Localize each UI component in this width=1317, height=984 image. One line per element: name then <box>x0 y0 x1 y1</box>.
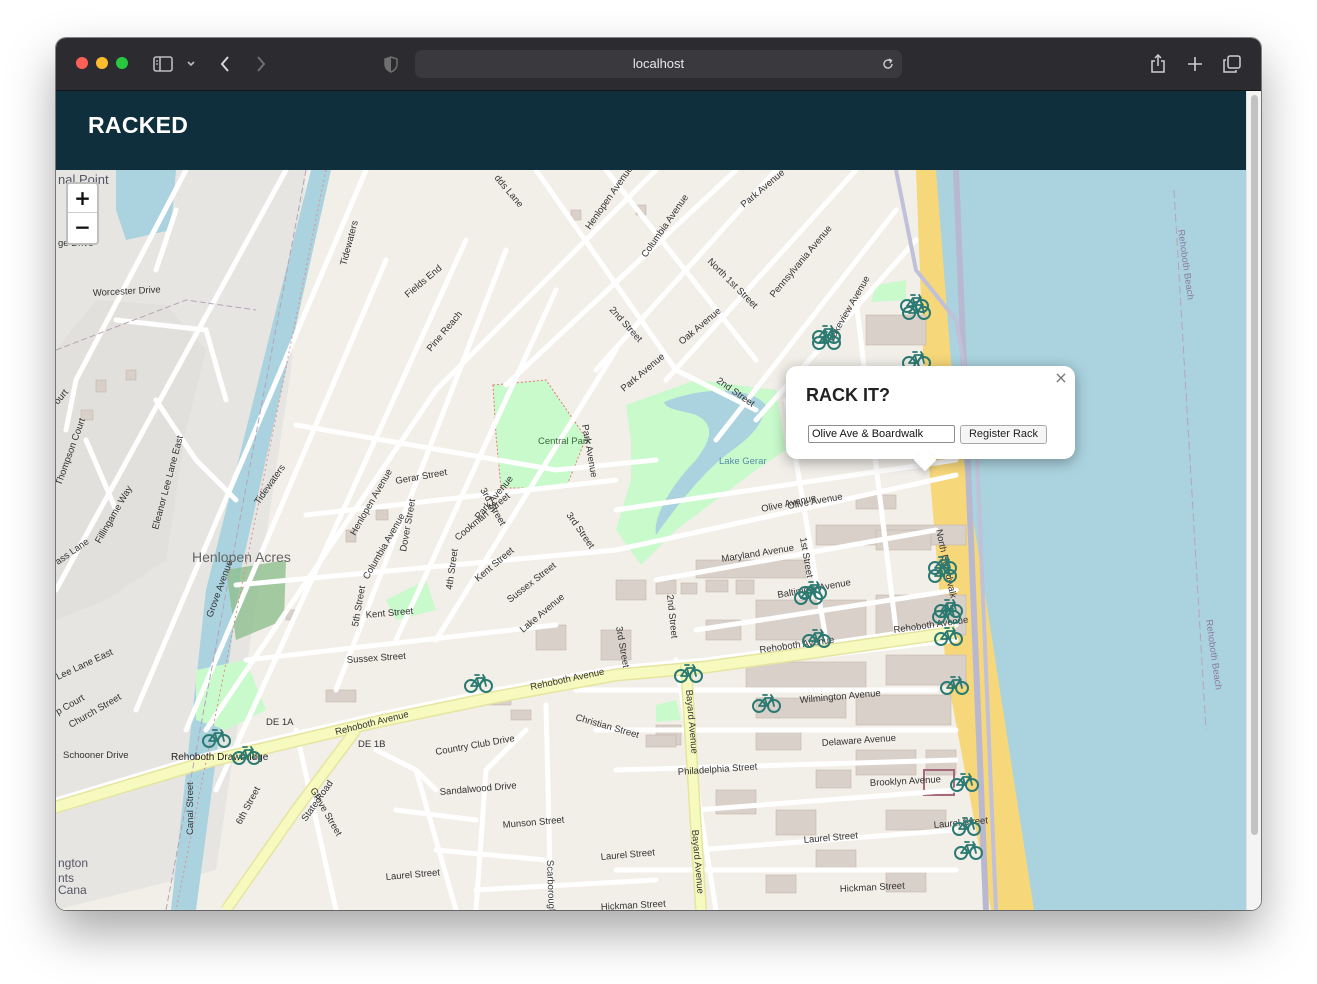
tabs-overview-icon[interactable] <box>1222 52 1242 76</box>
sidebar-icon[interactable] <box>152 52 174 76</box>
back-icon[interactable] <box>216 52 234 76</box>
maximize-window-button[interactable] <box>116 57 128 69</box>
map-tiles: Henlopen AcresCentral ParkLake GerarReho… <box>56 170 1246 910</box>
place-label: Lake Gerar <box>719 456 767 467</box>
share-icon[interactable] <box>1148 52 1168 76</box>
road-label: Canal Street <box>185 782 196 835</box>
road-label: DE 1B <box>358 739 385 750</box>
popup-title: RACK IT? <box>806 385 890 405</box>
zoom-control: + − <box>66 182 99 245</box>
reload-icon[interactable] <box>881 56 895 72</box>
page-content: RACKED Henlopen Acres Central Park Lake … <box>56 91 1261 910</box>
scrollbar-thumb[interactable] <box>1251 95 1258 835</box>
road-label: Schooner Drive <box>63 750 128 761</box>
page-scrollbar[interactable] <box>1246 91 1261 910</box>
minimize-window-button[interactable] <box>96 57 108 69</box>
app-title: RACKED <box>88 112 189 138</box>
place-label: ngton <box>58 856 88 870</box>
zoom-in-button[interactable]: + <box>68 184 97 213</box>
register-rack-button[interactable]: Register Rack <box>960 425 1047 444</box>
address-bar[interactable]: localhost <box>415 50 902 78</box>
close-icon[interactable]: × <box>1053 370 1069 386</box>
zoom-out-button[interactable]: − <box>68 213 97 242</box>
map[interactable]: Henlopen Acres Central Park Lake Gerar Reho… <box>56 170 1246 910</box>
new-tab-icon[interactable] <box>1185 52 1205 76</box>
browser-toolbar: localhost <box>56 38 1261 91</box>
rack-popup: × RACK IT? Register Rack <box>786 366 1075 472</box>
chevron-down-icon[interactable] <box>184 52 198 76</box>
shield-icon <box>382 52 400 76</box>
url-text: localhost <box>632 56 685 71</box>
place-label: Cana <box>58 883 87 897</box>
road-label: Scarborough <box>544 860 557 910</box>
road-label: DE 1A <box>266 717 294 728</box>
place-label: Henlopen Acres <box>192 549 291 565</box>
forward-icon[interactable] <box>252 52 270 76</box>
close-window-button[interactable] <box>76 57 88 69</box>
browser-window: localhost RACKED Henlopen Acres Central … <box>56 38 1261 910</box>
app-header: RACKED <box>56 91 1246 170</box>
rack-location-input[interactable] <box>808 425 955 443</box>
